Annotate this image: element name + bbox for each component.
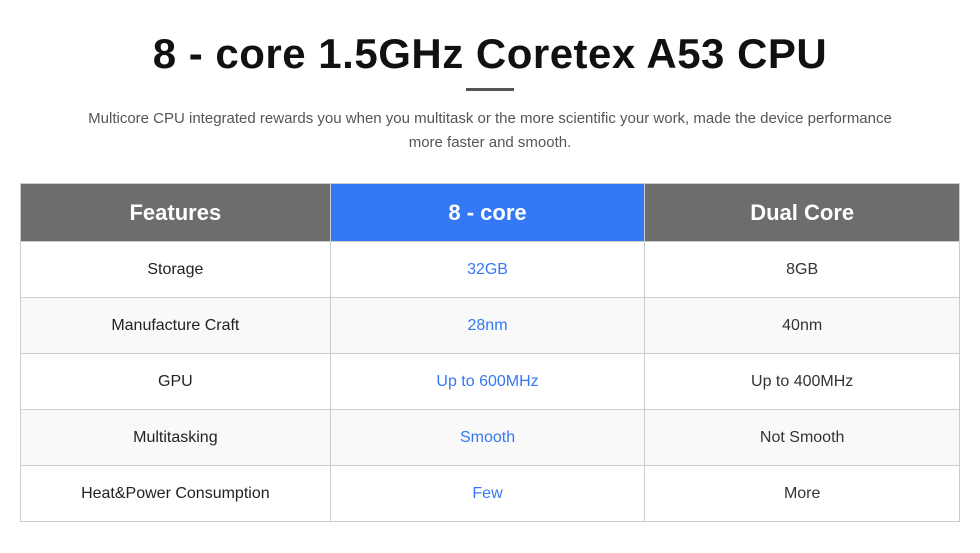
table-row: MultitaskingSmoothNot Smooth xyxy=(21,410,960,466)
cell-dualcore: 40nm xyxy=(645,298,960,354)
cell-dualcore: Up to 400MHz xyxy=(645,354,960,410)
table-row: GPUUp to 600MHzUp to 400MHz xyxy=(21,354,960,410)
table-header-row: Features 8 - core Dual Core xyxy=(21,184,960,242)
cell-8core: 32GB xyxy=(330,242,645,298)
cell-dualcore: Not Smooth xyxy=(645,410,960,466)
cell-8core: Smooth xyxy=(330,410,645,466)
title-divider xyxy=(466,88,514,91)
header-8core: 8 - core xyxy=(330,184,645,242)
cell-feature: Manufacture Craft xyxy=(21,298,331,354)
cell-dualcore: More xyxy=(645,466,960,522)
header-features: Features xyxy=(21,184,331,242)
cell-feature: GPU xyxy=(21,354,331,410)
table-row: Heat&Power ConsumptionFewMore xyxy=(21,466,960,522)
cell-feature: Storage xyxy=(21,242,331,298)
cell-feature: Multitasking xyxy=(21,410,331,466)
table-row: Storage32GB8GB xyxy=(21,242,960,298)
cell-8core: Few xyxy=(330,466,645,522)
page-title: 8 - core 1.5GHz Coretex A53 CPU xyxy=(153,30,828,78)
comparison-table: Features 8 - core Dual Core Storage32GB8… xyxy=(20,183,960,522)
cell-8core: Up to 600MHz xyxy=(330,354,645,410)
cell-8core: 28nm xyxy=(330,298,645,354)
page-subtitle: Multicore CPU integrated rewards you whe… xyxy=(80,107,900,155)
cell-dualcore: 8GB xyxy=(645,242,960,298)
table-row: Manufacture Craft28nm40nm xyxy=(21,298,960,354)
cell-feature: Heat&Power Consumption xyxy=(21,466,331,522)
header-dualcore: Dual Core xyxy=(645,184,960,242)
